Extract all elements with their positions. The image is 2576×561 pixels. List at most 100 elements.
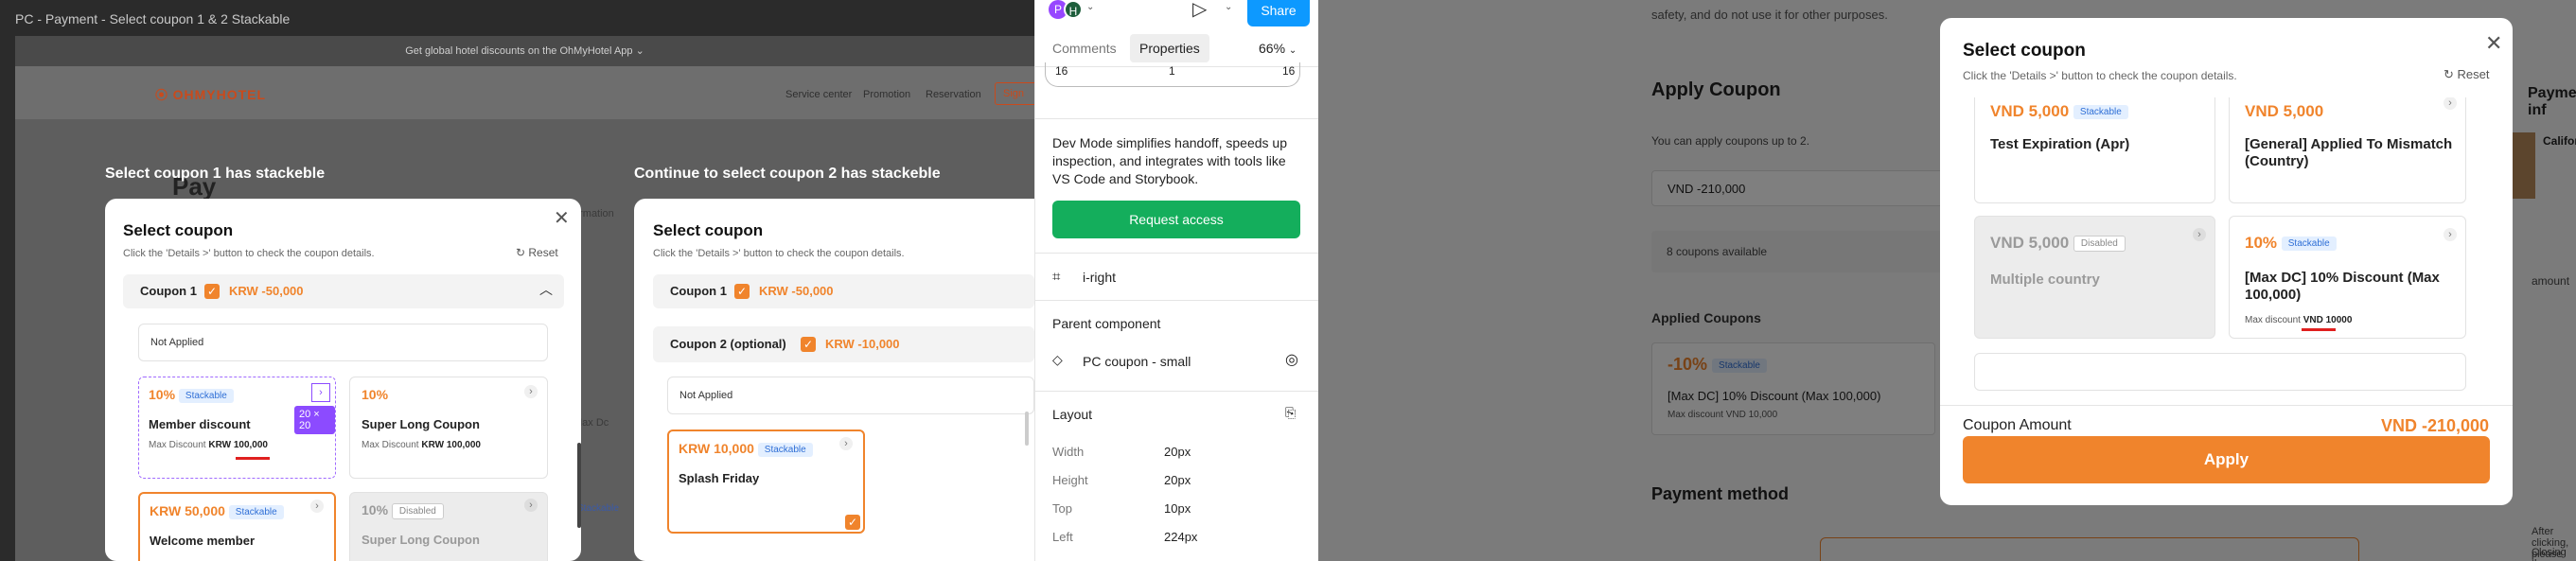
coupon1-label: Coupon 1 [140,284,197,298]
coupon-card-selected[interactable]: KRW 10,000 Stackable Splash Friday › ✓ [667,430,865,534]
chevron-right-icon[interactable]: › [2444,228,2457,241]
checkbox-checked-icon[interactable]: ✓ [204,284,220,299]
figma-canvas: PC - Payment - Select coupon 1 & 2 Stack… [0,0,1034,561]
reset-button[interactable]: ↻ Reset [2444,67,2489,82]
apply-button[interactable]: Apply [1963,436,2490,483]
request-access-button[interactable]: Request access [1052,201,1300,238]
go-to-component-icon[interactable]: ◎ [1285,350,1298,369]
chevron-down-icon[interactable]: ⌄ [1225,2,1232,12]
prop-value[interactable]: 20px [1164,445,1191,459]
close-icon[interactable]: ✕ [2485,31,2502,56]
reset-button[interactable]: ↻ Reset [516,246,558,259]
frame-title[interactable]: PC - Payment - Select coupon 1 & 2 Stack… [15,11,290,26]
modal-title: Select coupon [1963,41,2086,61]
checkbox-checked-icon[interactable]: ✓ [734,284,750,299]
share-button[interactable]: Share [1247,0,1310,26]
coupon1-row[interactable]: Coupon 1 ✓ KRW -50,000 [653,274,1034,308]
prop-key: Height [1052,473,1088,487]
coupon1-label: Coupon 1 [670,284,727,298]
prop-key: Width [1052,445,1085,459]
coupon1-row[interactable]: Coupon 1 ✓ KRW -50,000 ︿ [123,274,564,308]
coupon-name: Splash Friday [679,471,760,485]
coupon-name: Welcome member [150,534,256,548]
checkbox-checked-icon[interactable]: ✓ [845,515,860,530]
parent-component-name[interactable]: PC coupon - small [1083,354,1191,369]
tab-properties[interactable]: Properties [1130,34,1209,62]
scrollbar[interactable] [1025,412,1029,446]
bg-fragment: Stackable [577,503,619,514]
checkbox-checked-icon[interactable]: ✓ [801,337,816,352]
max-discount-value: KRW 100,000 [208,440,268,450]
nav-service-center: Service center [785,89,853,100]
chevron-right-icon[interactable]: › [311,383,330,402]
chevron-right-icon[interactable]: › [310,500,324,513]
chevron-right-icon[interactable]: › [524,385,538,398]
stepper-value: 16 [1282,64,1296,78]
coupon-amount: VND 5,000 [2245,102,2324,120]
coupon1-amount: KRW -50,000 [759,284,834,298]
chevron-down-icon: ⌄ [1288,45,1297,56]
chevron-right-icon[interactable]: › [2444,97,2457,110]
chevron-down-icon[interactable]: ⌄ [1086,2,1094,12]
coupon-amount: 10% [362,502,389,517]
not-applied-option[interactable]: Not Applied [667,377,1034,414]
prop-key: Left [1052,530,1073,544]
coupon-amount: 10% [149,387,176,402]
coupon-card[interactable]: VND 5,000 Stackable Test Expiration (Apr… [1974,97,2215,203]
frame-icon: ⌗ [1052,269,1061,285]
not-applied-label: Not Applied [150,337,204,348]
copy-icon[interactable]: ⎘ [1285,405,1296,421]
chevron-up-icon[interactable]: ︿ [539,280,553,299]
coupon-name: Member discount [149,417,251,431]
stackable-badge: Stackable [228,504,284,519]
coupon2-amount: KRW -10,000 [825,337,900,351]
size-tag: 20 × 20 [294,406,335,434]
nav-reservation: Reservation [926,89,981,100]
coupon-card-disabled: 10% Disabled Super Long Coupon › [349,492,548,561]
coupon2-row[interactable]: Coupon 2 (optional) ✓ KRW -10,000 [653,326,1034,362]
component-icon: ◇ [1052,352,1063,367]
coupon-amount: 10% [362,387,389,402]
coupon-list[interactable]: VND 5,000 Stackable Test Expiration (Apr… [1974,97,2466,402]
avatar[interactable]: H [1064,0,1083,19]
play-icon[interactable]: ▷ [1192,0,1207,21]
coupon-card[interactable]: VND 5,000 [General] Applied To Mismatch … [2229,97,2466,203]
coupon-card[interactable] [1974,353,2466,391]
coupon-card[interactable]: 10% Stackable Member discount Max Discou… [138,377,336,479]
coupon-name: Super Long Coupon [362,417,480,431]
zoom-select[interactable]: 66% ⌄ [1259,41,1297,56]
not-applied-option[interactable]: Not Applied [138,324,548,361]
disabled-badge: Disabled [391,502,444,519]
chevron-right-icon[interactable]: › [839,437,853,450]
layer-name: i-right [1083,270,1117,285]
stackable-badge: Stackable [757,442,813,457]
padding-stepper[interactable]: 16 1 16 [1045,62,1300,87]
coupon-name: Super Long Coupon [362,533,480,547]
close-icon[interactable]: ✕ [554,206,570,230]
stepper-value: 1 [1169,64,1175,78]
refresh-icon: ↻ [516,246,529,259]
refresh-icon: ↻ [2444,67,2458,81]
divider [1035,300,1319,301]
stepper-value: 16 [1055,64,1068,78]
coupon-name: Multiple country [1990,272,2100,288]
dev-mode-promo: Dev Mode simplifies handoff, speeds up i… [1052,135,1287,186]
coupon-card[interactable]: 10% Stackable [Max DC] 10% Discount (Max… [2229,216,2466,339]
disabled-badge: Disabled [2073,236,2126,253]
prop-value[interactable]: 10px [1164,501,1191,516]
select-coupon-modal-3: Select coupon Click the 'Details >' butt… [1940,18,2513,505]
modal-title: Select coupon [123,221,234,239]
layout-heading: Layout [1052,407,1093,422]
tab-comments[interactable]: Comments [1052,41,1117,56]
max-discount-label: Max Discount [362,440,419,450]
prop-value[interactable]: 20px [1164,473,1191,487]
coupon-card-selected[interactable]: KRW 50,000 Stackable Welcome member › [138,492,336,561]
scrollbar[interactable] [577,443,581,528]
coupon-card[interactable]: 10% Super Long Coupon Max Discount KRW 1… [349,377,548,479]
divider [1035,253,1319,254]
prop-value[interactable]: 224px [1164,530,1197,544]
stackable-badge: Stackable [2281,237,2337,252]
zoom-value: 66% [1259,41,1286,56]
coupon-amount: VND 5,000 [1990,234,2070,252]
parent-component-heading: Parent component [1052,316,1161,331]
